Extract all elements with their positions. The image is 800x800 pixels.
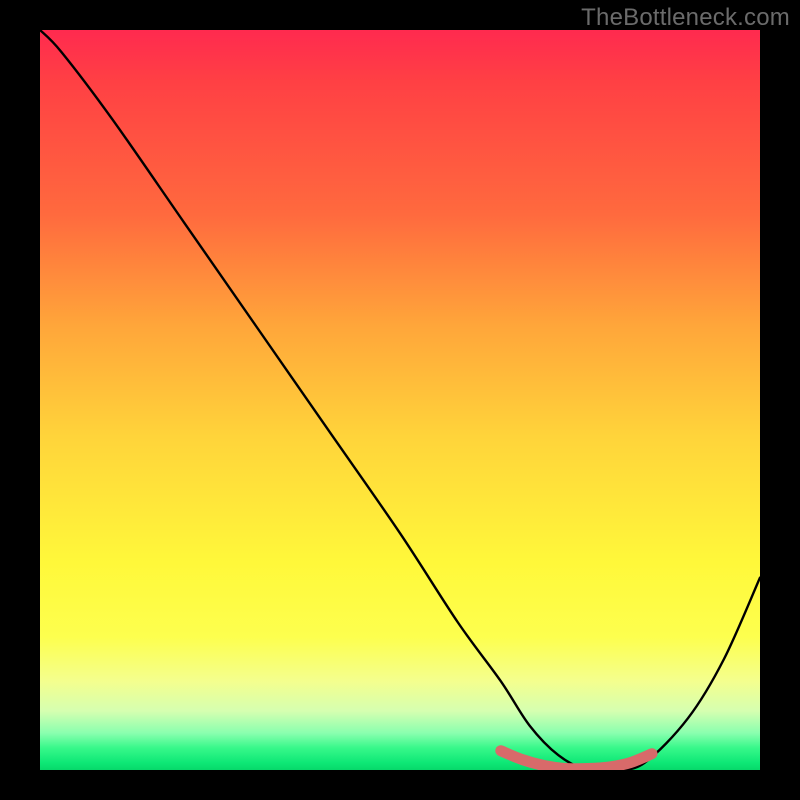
plot-area xyxy=(40,30,760,770)
flat-min-highlight xyxy=(501,751,652,769)
watermark-text: TheBottleneck.com xyxy=(581,4,790,32)
curve-layer xyxy=(40,30,760,770)
bottleneck-curve xyxy=(40,30,760,770)
chart-frame: TheBottleneck.com xyxy=(0,0,800,800)
